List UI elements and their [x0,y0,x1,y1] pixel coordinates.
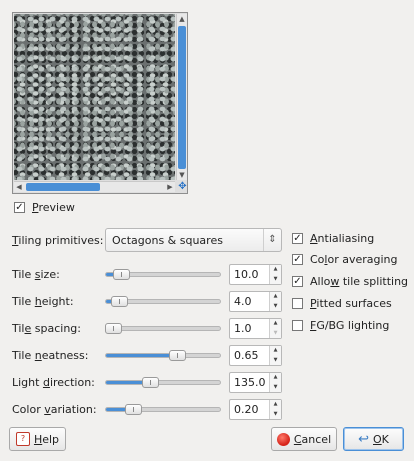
tile-height-value[interactable]: 4.0 [234,295,252,308]
spin-buttons: ▲ ▼ [269,346,281,365]
grip-icon [119,299,120,304]
preview-frame: ▲ ▼ ◀ ▶ ✥ [12,12,188,194]
cancel-icon [276,432,290,446]
color-variation-label: Color variation: [12,403,97,416]
scroll-left-icon[interactable]: ◀ [14,182,24,192]
preview-horizontal-scrollbar[interactable]: ◀ ▶ [14,181,175,192]
grip-icon [113,326,114,331]
help-button[interactable]: ? Help [9,427,66,451]
spin-down-icon[interactable]: ▼ [270,410,281,420]
antialiasing-label: Antialiasing [310,231,375,245]
spin-buttons: ▲ ▼ [269,292,281,311]
light-direction-spinbox[interactable]: 135.0 ▲ ▼ [229,372,282,393]
tiling-primitives-value: Octagons & squares [112,233,223,247]
spin-down-icon[interactable]: ▼ [270,302,281,312]
scroll-down-icon[interactable]: ▼ [177,170,187,180]
tile-size-spinbox[interactable]: 10.0 ▲ ▼ [229,264,282,285]
ok-return-icon: ↩ [358,431,369,447]
color-variation-value[interactable]: 0.20 [234,403,259,416]
tile-neatness-slider-handle[interactable] [169,350,186,361]
tile-spacing-slider-track[interactable] [105,326,221,331]
spin-down-icon[interactable]: ▼ [270,383,281,393]
grip-icon [150,380,151,385]
tile-spacing-label: Tile spacing: [12,322,81,335]
scroll-up-icon[interactable]: ▲ [177,14,187,24]
grip-icon [177,353,178,358]
spin-buttons: ▲ ▼ [269,265,281,284]
checkbox-icon[interactable] [292,297,303,309]
tile-size-slider-handle[interactable] [113,269,130,280]
spin-up-icon[interactable]: ▲ [270,373,281,383]
color-variation-slider-handle[interactable] [125,404,142,415]
horizontal-scroll-thumb[interactable] [26,183,100,191]
cancel-label: Cancel [293,432,332,446]
help-icon: ? [15,432,30,446]
checkbox-icon[interactable]: ✓ [292,275,303,287]
tiling-primitives-label: Tiling primitives: [12,234,104,247]
ok-label: OK [373,432,389,446]
navigate-icon[interactable]: ✥ [177,181,188,192]
tile-size-value[interactable]: 10.0 [234,268,259,281]
grip-icon [133,407,134,412]
spin-buttons: ▲ ▼ [269,319,281,338]
spin-buttons: ▲ ▼ [269,400,281,419]
tile-height-slider-handle[interactable] [111,296,128,307]
spin-up-icon[interactable]: ▲ [270,400,281,410]
tile-height-spinbox[interactable]: 4.0 ▲ ▼ [229,291,282,312]
cancel-button[interactable]: Cancel [271,427,337,451]
antialiasing-checkbox[interactable]: ✓ Antialiasing [292,230,374,246]
preview-image[interactable] [14,14,175,180]
checkbox-icon[interactable] [292,319,303,331]
pitted-surfaces-checkbox[interactable]: Pitted surfaces [292,295,392,311]
tile-height-label: Tile height: [12,295,74,308]
light-direction-slider-track[interactable] [105,380,221,385]
tile-neatness-label: Tile neatness: [12,349,89,362]
color-averaging-checkbox[interactable]: ✓ Color averaging [292,251,398,267]
tile-spacing-value[interactable]: 1.0 [234,322,252,335]
preview-check-icon[interactable]: ✓ [14,201,25,213]
ok-button[interactable]: ↩ OK [343,427,404,451]
spin-down-icon[interactable]: ▼ [270,356,281,366]
spin-up-icon[interactable]: ▲ [270,292,281,302]
light-direction-slider-handle[interactable] [142,377,159,388]
light-direction-label: Light direction: [12,376,95,389]
preview-checkbox[interactable]: ✓ Preview [14,199,75,215]
allow-tile-splitting-label: Allow tile splitting [310,274,409,288]
tile-neatness-spinbox[interactable]: 0.65 ▲ ▼ [229,345,282,366]
spin-up-icon[interactable]: ▲ [270,265,281,275]
spin-buttons: ▲ ▼ [269,373,281,392]
preview-label: Preview [32,200,75,214]
preview-vertical-scrollbar[interactable]: ▲ ▼ [176,14,187,180]
tile-spacing-spinbox[interactable]: 1.0 ▲ ▼ [229,318,282,339]
scroll-right-icon[interactable]: ▶ [165,182,175,192]
tile-neatness-value[interactable]: 0.65 [234,349,259,362]
tile-spacing-slider-handle[interactable] [105,323,122,334]
allow-tile-splitting-checkbox[interactable]: ✓ Allow tile splitting [292,273,408,289]
chevron-updown-icon: ⇕ [263,229,281,251]
color-variation-spinbox[interactable]: 0.20 ▲ ▼ [229,399,282,420]
fg-bg-lighting-label: FG/BG lighting [310,318,390,332]
tile-neatness-slider-track[interactable] [105,353,221,358]
pitted-surfaces-label: Pitted surfaces [310,296,392,310]
spin-down-icon[interactable]: ▼ [270,329,281,339]
checkbox-icon[interactable]: ✓ [292,232,303,244]
checkbox-icon[interactable]: ✓ [292,253,303,265]
light-direction-value[interactable]: 135.0 [234,376,266,389]
tile-size-label: Tile size: [12,268,60,281]
help-label: Help [33,432,60,446]
spin-down-icon[interactable]: ▼ [270,275,281,285]
fg-bg-lighting-checkbox[interactable]: FG/BG lighting [292,317,389,333]
color-variation-slider-track[interactable] [105,407,221,412]
spin-up-icon[interactable]: ▲ [270,346,281,356]
spin-up-icon[interactable]: ▲ [270,319,281,329]
color-averaging-label: Color averaging [310,252,398,266]
grip-icon [121,272,122,277]
tiling-primitives-select[interactable]: Octagons & squares ⇕ [105,228,282,252]
vertical-scroll-thumb[interactable] [178,26,186,169]
